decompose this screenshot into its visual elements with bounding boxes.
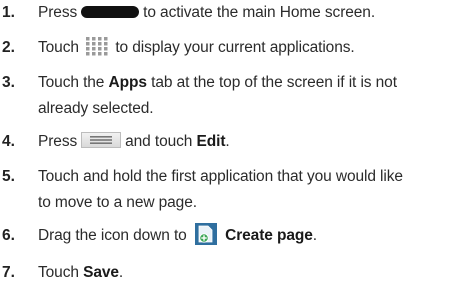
step-text: Press to activate the main Home screen. [38,4,376,21]
step-6: 6. Drag the icon down to Create page. [0,223,472,249]
step-text: Touch to display your current applicatio… [38,35,355,61]
step-text: Touch and hold the first application tha… [38,168,403,211]
step-1: 1. Press to activate the main Home screen… [0,2,472,26]
step-number: 7. [2,264,15,281]
step-text: Drag the icon down to Create page. [38,223,317,249]
step-number: 5. [2,168,15,185]
step-text: Touch Save. [38,264,124,281]
step-number: 4. [2,133,15,150]
step-4: 4. Press and touch Edit. [0,131,472,155]
menu-key-icon [81,132,122,149]
create-page-icon [194,223,217,246]
step-text: Touch the Apps tab at the top of the scr… [38,74,397,117]
step-number: 6. [2,227,15,244]
step-number: 3. [2,74,15,91]
step-number: 1. [2,4,15,21]
step-7: 7. Touch Save. [0,262,472,286]
step-2: 2. Touch to display your current applica… [0,37,472,61]
home-key-icon [81,5,140,18]
apps-grid-icon [85,36,109,56]
step-text: Press and touch Edit. [38,132,230,150]
step-3: 3. Touch the Apps tab at the top of the … [0,72,472,122]
step-5: 5. Touch and hold the first application … [0,166,472,216]
step-number: 2. [2,39,15,56]
